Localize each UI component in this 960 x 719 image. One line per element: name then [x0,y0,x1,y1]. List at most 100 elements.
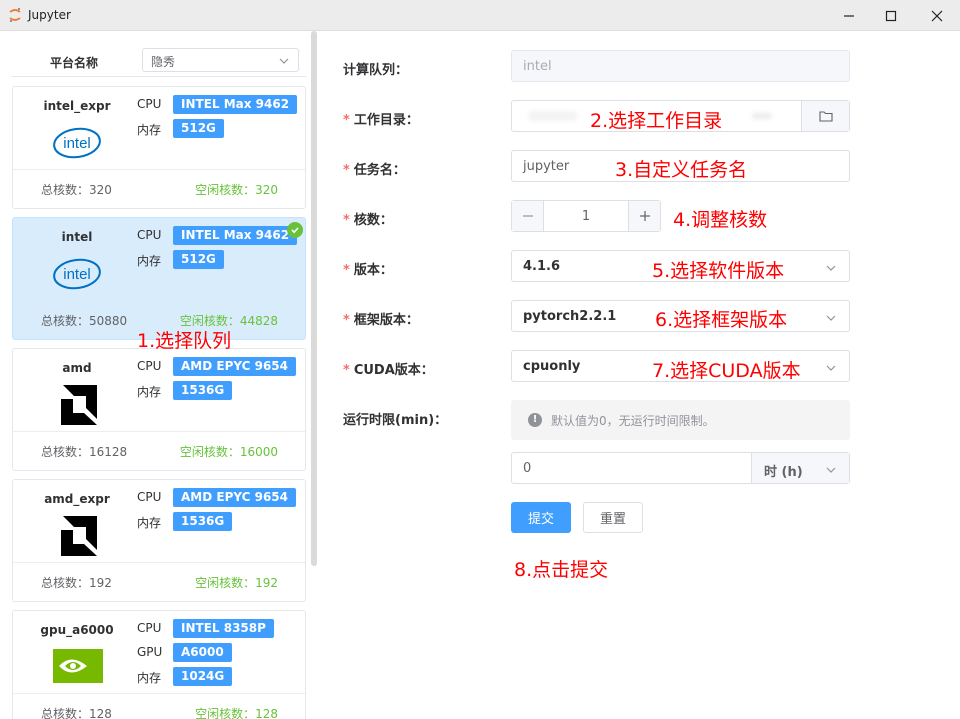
increment-button[interactable] [628,201,660,231]
annotation-version: 5.选择软件版本 [652,260,785,282]
total-cores: 总核数：16128 [41,445,128,459]
queue-list-panel: 平台名称 隐秀 intel_expr intel CPU INTEL Max 9… [0,31,318,719]
close-button[interactable] [914,0,960,31]
version-label: * 版本： [343,263,393,278]
svg-text:intel: intel [63,266,91,283]
framework-label: * 框架版本： [343,313,419,328]
annotation-cores: 4.调整核数 [673,209,768,231]
annotation-taskname: 3.自定义任务名 [615,159,748,181]
annotation-select-queue: 1.选择队列 [137,330,232,352]
queue-name: amd_expr [44,492,110,506]
intel-logo: intel [53,127,101,159]
total-cores: 总核数：192 [41,576,112,590]
card-divider [13,693,305,694]
workdir-label-text: 工作目录： [353,113,419,128]
queue-name: amd [62,361,92,375]
spec-label: CPU [137,359,162,373]
framework-label-text: 框架版本： [353,313,419,328]
total-cores: 总核数：50880 [41,314,128,328]
close-icon [931,10,943,21]
queue-label: 计算队列： [343,63,409,78]
spec-tag: AMD EPYC 9654 [173,357,297,376]
card-divider [13,169,305,170]
cores-stepper[interactable]: 1 [511,200,661,232]
queue-card-intel[interactable]: intel intel CPU INTEL Max 9462 内存 512G 总… [12,217,306,340]
version-value: 4.1.6 [523,259,561,274]
spec-label: 内存 [137,123,162,137]
minus-icon [522,215,533,217]
spec-tag: INTEL 8358P [173,619,274,638]
platform-select[interactable]: 隐秀 [142,48,299,72]
scrollbar[interactable] [311,31,317,566]
framework-value: pytorch2.2.1 [523,309,617,324]
chevron-down-icon [826,265,836,271]
minimize-icon [844,14,854,17]
queue-card-amd-expr[interactable]: amd_expr CPU AMD EPYC 9654 内存 1536G 总核数：… [12,479,306,602]
queue-name: intel_expr [43,99,111,113]
timelimit-input[interactable]: 0 时 (h) [511,452,850,484]
plus-icon [639,211,650,221]
idle-cores: 空闲核数：16000 [179,445,278,459]
time-unit-value: 时 (h) [764,465,803,480]
queue-name: intel [61,230,93,244]
cores-value: 1 [581,209,591,224]
spec-tag: 512G [173,250,224,269]
platform-label: 平台名称 [50,56,99,70]
spec-label: 内存 [137,254,162,268]
spec-tag: INTEL Max 9462 [173,95,298,114]
spec-tag: INTEL Max 9462 [173,226,298,245]
spec-tag: 1024G [173,667,233,686]
cores-label: * 核数： [343,213,393,228]
queue-name: gpu_a6000 [40,623,114,637]
maximize-button[interactable] [868,0,914,31]
title-bar: Jupyter [0,0,960,31]
spec-label: 内存 [137,516,162,530]
timelimit-value: 0 [523,461,532,476]
reset-button[interactable]: 重置 [583,502,643,533]
amd-logo [61,385,97,425]
window-title: Jupyter [28,8,71,22]
timelimit-hint: ! 默认值为0，无运行时间限制。 [511,400,850,440]
idle-cores: 空闲核数：320 [195,183,278,197]
idle-cores: 空闲核数：192 [195,576,278,590]
platform-value: 隐秀 [151,55,176,69]
spec-tag: 1536G [173,512,233,531]
time-unit-select[interactable]: 时 (h) [751,453,849,483]
version-label-text: 版本： [353,263,393,278]
queue-card-gpu-a6000[interactable]: gpu_a6000 CPU INTEL 8358P GPU A6000 内存 1… [12,610,306,719]
spec-tag: AMD EPYC 9654 [173,488,297,507]
queue-field: intel [511,50,850,82]
intel-logo: intel [53,258,101,290]
minimize-button[interactable] [826,0,872,31]
decrement-button[interactable] [512,201,544,231]
cuda-value: cpuonly [523,359,581,374]
spec-label: 内存 [137,671,162,685]
idle-cores: 空闲核数：128 [195,707,278,719]
annotation-select-workdir: 2.选择工作目录 [590,110,723,132]
blurred-path [528,111,578,121]
svg-text:intel: intel [63,135,91,152]
workdir-label: * 工作目录： [343,113,419,128]
timelimit-label: 运行时限(min)： [343,413,448,428]
queue-value: intel [523,59,552,74]
annotation-cuda: 7.选择CUDA版本 [652,360,801,382]
chevron-down-icon [826,365,836,371]
submit-button[interactable]: 提交 [511,502,571,533]
total-cores: 总核数：320 [41,183,112,197]
chevron-down-icon [279,58,289,64]
spec-tag: A6000 [173,643,232,662]
info-icon: ! [528,413,542,427]
blurred-path [752,113,772,119]
taskname-label-text: 任务名： [353,163,406,178]
check-circle-icon [287,222,303,238]
annotation-submit: 8.点击提交 [514,559,609,581]
cuda-label: * CUDA版本： [343,363,434,378]
annotation-framework: 6.选择框架版本 [655,309,788,331]
taskname-label: * 任务名： [343,163,406,178]
queue-card-intel-expr[interactable]: intel_expr intel CPU INTEL Max 9462 内存 5… [12,86,306,209]
spec-tag: 512G [173,119,224,138]
folder-button[interactable] [801,101,849,131]
queue-card-amd[interactable]: amd CPU AMD EPYC 9654 内存 1536G 总核数：16128… [12,348,306,471]
spec-label: 内存 [137,385,162,399]
divider [12,76,306,77]
